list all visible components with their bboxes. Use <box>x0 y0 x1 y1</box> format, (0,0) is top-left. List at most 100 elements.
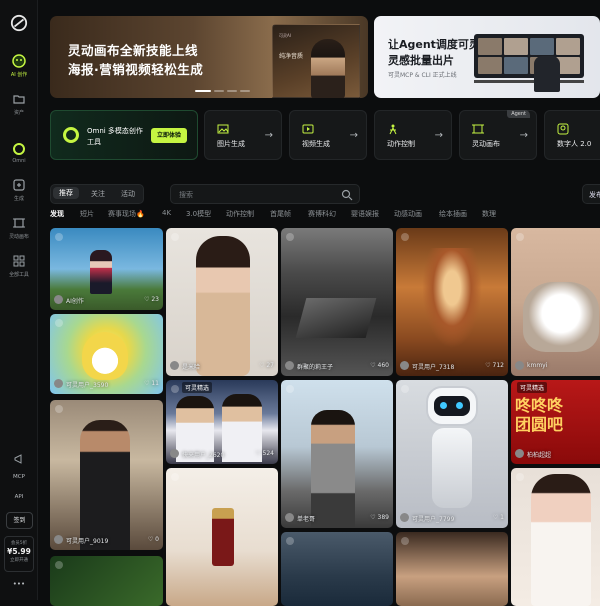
video-tag-icon <box>516 473 524 481</box>
category-item[interactable]: 绘本插画 <box>439 209 467 219</box>
office-chair-image <box>534 56 560 92</box>
tool-canvas[interactable]: Agent 灵动画布 → <box>459 110 537 160</box>
sidebar-item-omni[interactable]: Omni <box>0 142 38 164</box>
feed-card[interactable]: 群聚的莉王子 ♡ 460 <box>281 228 393 376</box>
woman-dress-image <box>196 236 250 376</box>
featured-badge: 可灵精选 <box>517 382 548 393</box>
feed-card[interactable]: 可灵精选 咚咚咚 团圆吧 柏柏超超 <box>511 380 600 464</box>
feed-card[interactable]: 可灵精选 快来用户_2620 ♡ 524 <box>166 380 278 464</box>
sidebar-item-assets[interactable]: 资产 <box>0 92 38 116</box>
woman-white-dress-image <box>531 474 591 606</box>
video-tag-icon <box>286 385 294 393</box>
video-tag-icon <box>401 385 409 393</box>
card-likes: ♡ 712 <box>485 362 504 369</box>
card-likes: ♡ 1 <box>492 514 504 521</box>
feed-grid: AI创作 ♡ 23 可灵用户_3590 ♡ 11 可灵用户_9019 ♡ 0 是米哈 ♡… <box>50 228 600 606</box>
mcp-link[interactable]: MCP <box>0 474 38 480</box>
tool-digital-human[interactable]: 数字人 2.0 <box>544 110 600 160</box>
vip-discount: 会员5折 <box>10 541 28 546</box>
canvas-icon <box>13 218 25 228</box>
kling-logo-icon[interactable] <box>10 14 28 32</box>
feed-card[interactable] <box>396 532 508 606</box>
feed-card[interactable] <box>166 468 278 606</box>
video-icon <box>302 124 314 134</box>
publish-button[interactable]: 发布 <box>582 184 600 204</box>
category-item[interactable]: 3.0模型 <box>186 209 211 219</box>
search-icon[interactable] <box>341 189 353 201</box>
tool-video-generate[interactable]: 视频生成 → <box>289 110 367 160</box>
feed-card[interactable] <box>511 468 600 606</box>
tab-recommend[interactable]: 推荐 <box>53 187 79 199</box>
poster-text: 咚咚咚 团圆吧 <box>515 396 564 434</box>
feed-card[interactable]: 可灵用户_7318 ♡ 712 <box>396 228 508 376</box>
sidebar-item-canvas[interactable]: 灵动画布 <box>0 216 38 240</box>
more-button[interactable]: ••• <box>0 580 38 588</box>
feed-card[interactable]: 是米哈 ♡ 27 <box>166 228 278 376</box>
banner-mcp-cli[interactable]: 让Agent调度可灵 灵感批量出片 可灵MCP & CLI 正式上线 <box>374 16 600 98</box>
card-username: 群聚的莉王子 <box>297 364 334 371</box>
feed-card[interactable]: kmmyi <box>511 228 600 376</box>
carousel-dots[interactable] <box>195 90 250 92</box>
banner-caption: 可灵MCP & CLI 正式上线 <box>388 72 457 79</box>
video-tag-icon <box>171 473 179 481</box>
card-username: 柏柏超超 <box>527 452 552 459</box>
sidebar-item-ai-create[interactable]: AI 创作 <box>0 54 38 78</box>
card-likes: ♡ 0 <box>147 536 159 543</box>
category-item[interactable]: 动感动画 <box>394 209 422 219</box>
sidebar-item-label: 生成 <box>14 196 24 202</box>
tool-motion-control[interactable]: 动作控制 → <box>374 110 452 160</box>
canvas-icon <box>472 124 484 134</box>
category-item[interactable]: 赛事现场🔥 <box>108 209 145 219</box>
avatar <box>400 361 409 370</box>
category-item[interactable]: 动作控制 <box>226 209 254 219</box>
filter-row: 推荐 关注 活动 搜索 发布 <box>50 184 600 204</box>
sign-in-button[interactable]: 签到 <box>6 512 33 529</box>
feed-card[interactable]: 可灵用户_3590 ♡ 11 <box>50 314 163 394</box>
category-item[interactable]: 婴语娱报 <box>351 209 379 219</box>
banner-subtitle: 海报·营销视频轻松生成 <box>68 62 204 77</box>
api-link[interactable]: API <box>0 494 38 500</box>
feed-card[interactable] <box>281 532 393 606</box>
sidebar-item-all-tools[interactable]: 全部工具 <box>0 254 38 278</box>
image-icon <box>217 124 229 134</box>
video-tag-icon <box>55 233 63 241</box>
vip-cta: 立即开通 <box>10 558 28 563</box>
feed-card[interactable]: 可灵用户_9019 ♡ 0 <box>50 400 163 550</box>
tab-follow[interactable]: 关注 <box>91 189 105 199</box>
category-item[interactable]: 赛博科幻 <box>308 209 336 219</box>
vip-promo[interactable]: 会员5折 ¥5.99 立即开通 <box>4 536 34 572</box>
omni-subtitle: 工具 <box>87 138 101 146</box>
feed-card[interactable]: AI创作 ♡ 23 <box>50 228 163 310</box>
feed-card[interactable]: 可灵用户_7799 ♡ 1 <box>396 380 508 528</box>
try-now-button[interactable]: 立即体验 <box>151 128 187 143</box>
category-item[interactable]: 首尾帧 <box>270 209 291 219</box>
omni-icon <box>13 143 25 155</box>
search-input[interactable]: 搜索 <box>170 184 360 204</box>
category-item[interactable]: 短片 <box>80 209 94 219</box>
feed-card[interactable] <box>50 556 163 606</box>
corn-cat-image <box>82 332 128 380</box>
omni-logo-icon <box>63 127 79 143</box>
avatar <box>400 513 409 522</box>
avatar <box>54 295 63 304</box>
banner-canvas-skills[interactable]: 灵动画布全新技能上线 海报·营销视频轻松生成 可灵AI 纯净音质 <box>50 16 368 98</box>
tab-activity[interactable]: 活动 <box>121 189 135 199</box>
avatar <box>515 361 524 370</box>
feed-card[interactable]: 单老哥 ♡ 389 <box>281 380 393 528</box>
category-item[interactable]: 数理 <box>482 209 496 219</box>
sidebar-item-generate[interactable]: 生成 <box>0 178 38 202</box>
tool-name: 动作控制 <box>387 140 415 148</box>
arrow-right-icon: → <box>519 130 528 141</box>
sidebar-item-label: 灵动画布 <box>9 234 29 240</box>
tool-image-generate[interactable]: 图片生成 → <box>204 110 282 160</box>
banner-title: 灵动画布全新技能上线 <box>68 43 199 58</box>
search-placeholder: 搜索 <box>179 191 193 199</box>
category-discover[interactable]: 发现 <box>50 209 64 219</box>
video-tag-icon <box>516 233 524 241</box>
card-username: 可灵用户_3590 <box>66 382 109 389</box>
cat-image <box>523 282 599 352</box>
tool-omni[interactable]: Omni 多模态创作 工具 立即体验 <box>50 110 198 160</box>
notification-icon[interactable] <box>13 453 25 465</box>
tool-name: 图片生成 <box>217 140 245 148</box>
category-item[interactable]: 4K <box>162 209 171 217</box>
